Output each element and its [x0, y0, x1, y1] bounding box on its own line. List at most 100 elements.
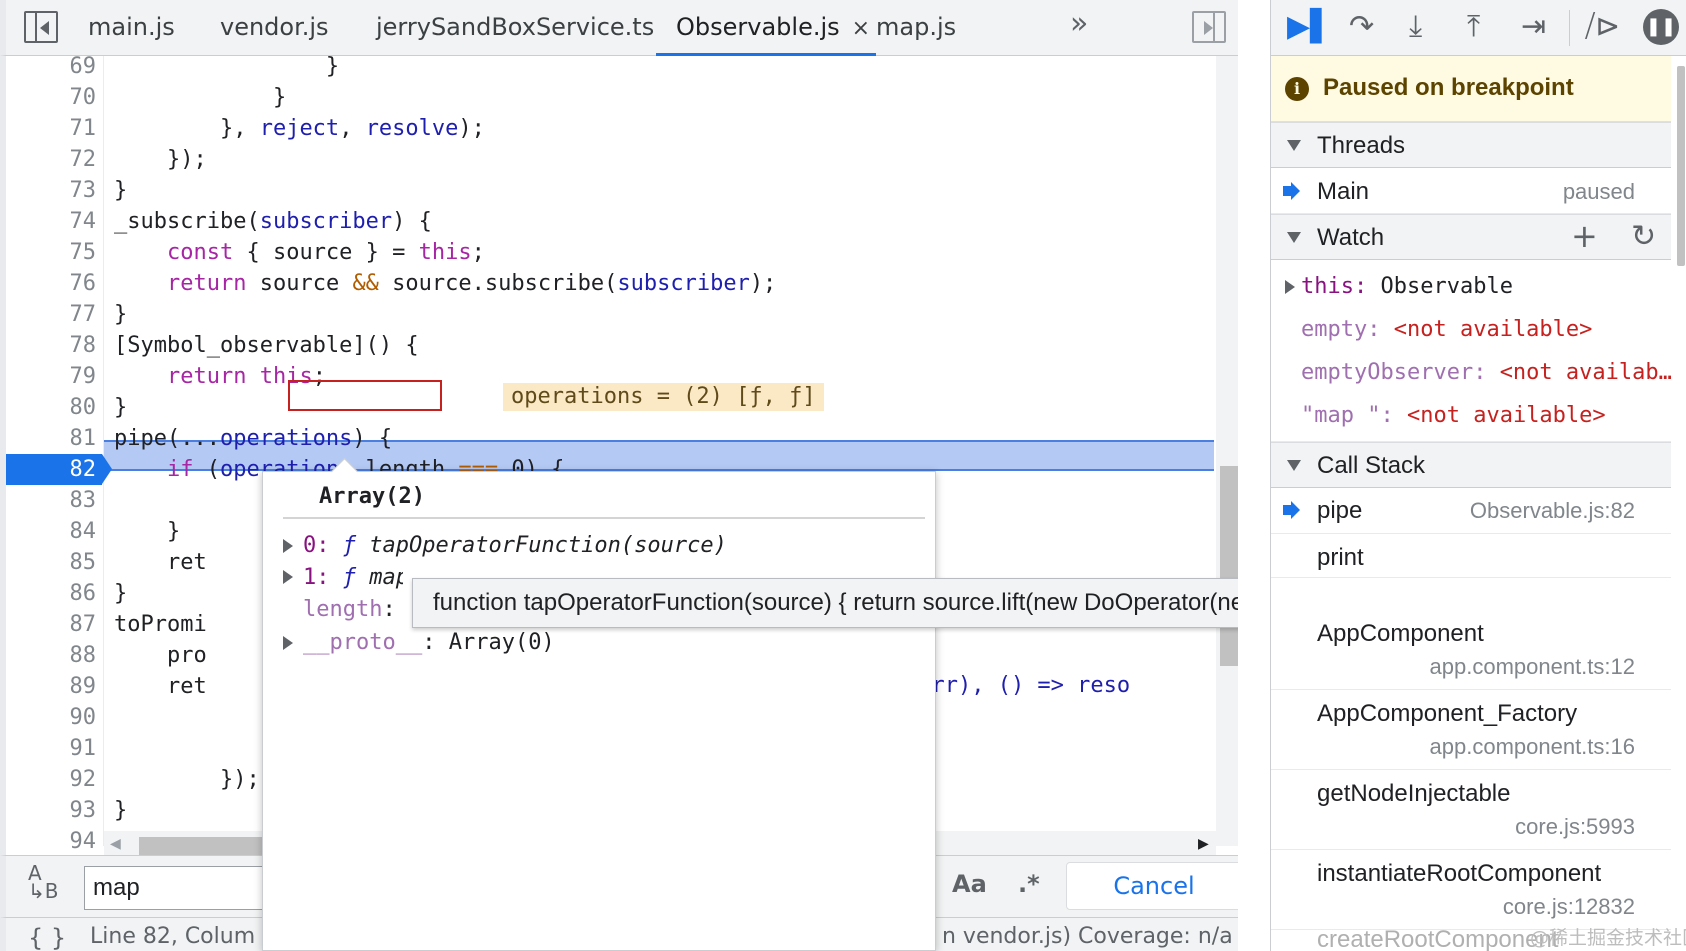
code-line: toPromi — [114, 612, 207, 637]
code-line: } — [114, 519, 181, 544]
line-number[interactable]: 91 — [6, 733, 97, 764]
scroll-right-icon[interactable]: ▶ — [1198, 836, 1209, 852]
refresh-watch-icon[interactable]: ↻ — [1631, 219, 1656, 254]
frame-location: core.js:12832 — [1502, 894, 1635, 919]
resume-icon[interactable]: ▶▌ — [1287, 10, 1333, 44]
line-number[interactable]: 86 — [6, 578, 97, 609]
expand-triangle-icon[interactable] — [283, 570, 293, 584]
line-number[interactable]: 76 — [6, 268, 97, 299]
regex-button[interactable]: .* — [1018, 870, 1040, 898]
code-line: [Symbol_observable]() { — [114, 333, 419, 358]
editor-tab-bar: main.js vendor.js jerrySandBoxService.ts… — [0, 0, 1238, 56]
line-number[interactable]: 94 — [6, 826, 97, 855]
debugger-sidebar: ▶▌ ↷ ⤓ ⤒ ⇥ ⧸⊳ ❚❚ i Paused on breakpoint … — [1270, 0, 1686, 951]
pause-on-exceptions-icon[interactable]: ❚❚ — [1643, 9, 1679, 45]
line-number[interactable]: 81 — [6, 423, 97, 454]
watch-expression[interactable]: this: Observable — [1301, 274, 1513, 299]
call-frame-print[interactable]: print — [1271, 534, 1671, 578]
code-line: } — [114, 581, 128, 606]
line-number[interactable]: 78 — [6, 330, 97, 361]
threads-section-header[interactable]: Threads — [1271, 122, 1671, 168]
code-line: _subscribe(subscriber) { — [114, 209, 432, 234]
call-frame-pipe[interactable]: pipe Observable.js:82 — [1271, 488, 1671, 534]
line-number[interactable]: 84 — [6, 516, 97, 547]
frame-name: pipe — [1317, 497, 1363, 524]
step-out-icon[interactable]: ⤒ — [1467, 10, 1480, 44]
watch-section-header[interactable]: Watch + ↻ — [1271, 214, 1671, 260]
thread-row-main[interactable]: Main paused — [1271, 168, 1671, 214]
call-frame-appcomponent[interactable]: AppComponent app.component.ts:12 — [1271, 610, 1671, 690]
tab-label: jerrySandBoxService.ts — [376, 13, 655, 41]
frame-location: core.js:5993 — [1515, 814, 1635, 839]
paused-banner: i Paused on breakpoint — [1271, 56, 1671, 122]
step-icon[interactable]: ⇥ — [1521, 10, 1546, 44]
line-number[interactable]: 83 — [6, 485, 97, 516]
step-over-icon[interactable]: ↷ — [1349, 10, 1374, 44]
vertical-scrollbar[interactable] — [1216, 56, 1238, 846]
line-number[interactable]: 77 — [6, 299, 97, 330]
call-frame-appcomponent-factory[interactable]: AppComponent_Factory app.component.ts:16 — [1271, 690, 1671, 770]
line-number[interactable]: 74 — [6, 206, 97, 237]
replace-toggle-icon[interactable]: A ↳B — [28, 863, 58, 901]
expand-triangle-icon[interactable] — [1285, 280, 1295, 294]
line-number[interactable]: 71 — [6, 113, 97, 144]
toggle-debugger-icon[interactable] — [1192, 11, 1226, 43]
devtools-sources-panel: { "tabs": [ {"label": "main.js"}, {"labe… — [0, 0, 1686, 951]
line-number[interactable]: 89 — [6, 671, 97, 702]
tab-jerry-sandbox-service[interactable]: jerrySandBoxService.ts — [376, 0, 654, 56]
code-line: } — [114, 395, 128, 420]
code-line: pipe(...operations) { — [114, 426, 393, 451]
scroll-left-icon[interactable]: ◀ — [110, 836, 121, 852]
more-tabs-icon[interactable]: » — [1070, 6, 1088, 41]
match-case-button[interactable]: Aa — [952, 870, 987, 898]
watch-key: empty — [1301, 317, 1368, 342]
line-number[interactable]: 92 — [6, 764, 97, 795]
expand-triangle-icon[interactable] — [283, 539, 293, 553]
line-number[interactable]: 75 — [6, 237, 97, 268]
search-input[interactable]: map — [84, 866, 274, 910]
line-number[interactable]: 80 — [6, 392, 97, 423]
call-stack-section-header[interactable]: Call Stack — [1271, 442, 1671, 488]
line-number[interactable]: 93 — [6, 795, 97, 826]
line-number[interactable]: 72 — [6, 144, 97, 175]
watch-expression[interactable]: emptyObserver: <not availab… — [1301, 360, 1671, 385]
tab-main-js[interactable]: main.js — [88, 0, 175, 56]
code-line: pro — [114, 643, 207, 668]
line-number[interactable]: 69 — [6, 56, 97, 82]
array-item-1[interactable]: 1: ƒ mapOperation(source) — [303, 562, 403, 594]
array-item-0[interactable]: 0: ƒ tapOperatorFunction(source) — [303, 530, 727, 562]
line-number[interactable]: 90 — [6, 702, 97, 733]
line-number[interactable]: 85 — [6, 547, 97, 578]
line-number[interactable]: 88 — [6, 640, 97, 671]
panel-splitter[interactable] — [1238, 0, 1270, 951]
toggle-navigator-icon[interactable] — [24, 11, 58, 43]
line-number[interactable]: 79 — [6, 361, 97, 392]
tab-vendor-js[interactable]: vendor.js — [220, 0, 329, 56]
array-proto[interactable]: __proto__: Array(0) — [303, 627, 555, 659]
vertical-scroll-thumb[interactable] — [1220, 466, 1238, 666]
line-number[interactable]: 87 — [6, 609, 97, 640]
watch-value: Observable — [1380, 274, 1513, 299]
pretty-print-icon[interactable]: { } — [28, 924, 66, 951]
sidebar-scroll-thumb[interactable] — [1677, 66, 1685, 266]
cancel-button[interactable]: Cancel — [1066, 862, 1242, 910]
step-into-icon[interactable]: ⤓ — [1409, 10, 1422, 44]
tab-observable-js[interactable]: Observable.js × — [655, 0, 877, 56]
paused-message: Paused on breakpoint — [1323, 74, 1574, 101]
close-tab-icon[interactable]: × — [852, 16, 870, 41]
call-frame-get-node-injectable[interactable]: getNodeInjectable core.js:5993 — [1271, 770, 1671, 850]
line-number-gutter[interactable]: 69 70 71 72 73 74 75 76 77 78 79 80 81 82 83 84 85 86 87 88… — [6, 56, 112, 854]
expand-triangle-icon[interactable] — [283, 636, 293, 650]
line-number[interactable]: 70 — [6, 82, 97, 113]
horizontal-scroll-thumb[interactable] — [139, 837, 264, 855]
add-watch-icon[interactable]: + — [1571, 217, 1598, 255]
deactivate-breakpoints-icon[interactable]: ⧸⊳ — [1585, 10, 1620, 44]
line-number[interactable]: 73 — [6, 175, 97, 206]
call-frame-instantiate-root-component[interactable]: instantiateRootComponent core.js:12832 — [1271, 850, 1671, 930]
watch-key: "map " — [1301, 403, 1381, 428]
code-line: } — [114, 798, 128, 823]
watch-expression[interactable]: empty: <not available> — [1301, 317, 1592, 342]
watch-expression[interactable]: "map ": <not available> — [1301, 403, 1606, 428]
line-number[interactable]: 82 — [6, 454, 112, 485]
tab-map-js[interactable]: map.js — [876, 0, 956, 56]
